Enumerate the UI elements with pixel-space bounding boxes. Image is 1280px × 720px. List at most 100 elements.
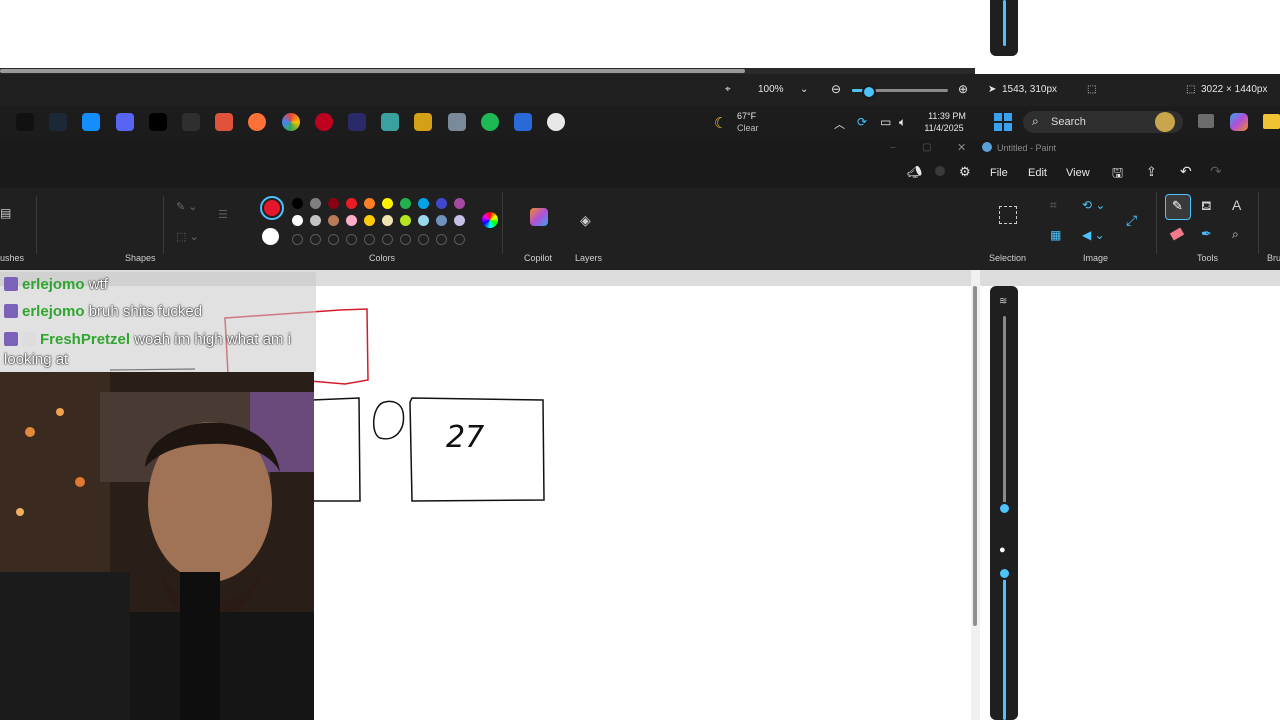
palette-swatch[interactable] <box>364 198 375 209</box>
menu-view[interactable]: View <box>1066 167 1090 179</box>
crop-icon[interactable]: ⌗ <box>1050 198 1057 213</box>
save-icon[interactable]: 🖫 <box>1112 164 1123 186</box>
epic-games-icon[interactable] <box>16 113 34 131</box>
shape-fill-icon[interactable]: ⬚ ⌄ <box>176 230 199 243</box>
zoom-value[interactable]: 100% <box>758 84 784 95</box>
undo-icon[interactable]: ↶ <box>1180 163 1192 180</box>
copilot-icon[interactable] <box>530 208 548 226</box>
palette-swatch[interactable] <box>382 215 393 226</box>
zoom-out-icon[interactable]: ⊖ <box>831 82 841 96</box>
palette-swatch[interactable] <box>364 215 375 226</box>
settings-gear-icon[interactable]: ⚙ <box>959 164 971 180</box>
custom-color-slot[interactable] <box>454 234 465 245</box>
discord-icon[interactable] <box>115 113 134 131</box>
weather-moon-icon[interactable]: ☾ <box>714 114 727 132</box>
text-tool-icon[interactable]: A <box>1232 197 1241 213</box>
shape-outline-icon[interactable]: ✎ ⌄ <box>176 200 198 213</box>
pencil-tool[interactable]: ✎ <box>1165 194 1191 220</box>
zoom-in-icon[interactable]: ⊕ <box>958 82 968 96</box>
custom-color-slot[interactable] <box>364 234 375 245</box>
top-slider-track[interactable] <box>1003 0 1006 46</box>
selection-icon[interactable] <box>999 206 1017 224</box>
palette-swatch[interactable] <box>328 198 339 209</box>
custom-color-slot[interactable] <box>328 234 339 245</box>
ccleaner-icon[interactable] <box>514 113 532 131</box>
announcement-icon[interactable]: 📣︎ <box>907 165 922 179</box>
palette-swatch[interactable] <box>400 215 411 226</box>
palette-swatch[interactable] <box>454 215 465 226</box>
windows-start-icon[interactable] <box>994 113 1012 131</box>
battlenet-icon[interactable] <box>82 113 101 131</box>
redo-icon[interactable]: ↷ <box>1210 163 1222 180</box>
palette-swatch[interactable] <box>292 215 303 226</box>
opera-icon[interactable] <box>314 113 333 131</box>
custom-color-slot[interactable] <box>292 234 303 245</box>
4k-icon[interactable] <box>348 113 366 131</box>
obs-icon[interactable] <box>182 113 200 131</box>
vertical-scroll-thumb[interactable] <box>973 286 977 626</box>
palette-swatch[interactable] <box>400 198 411 209</box>
layers-icon[interactable]: ◈ <box>580 212 591 229</box>
close-icon[interactable]: ✕ <box>957 141 966 154</box>
palette-swatch[interactable] <box>454 198 465 209</box>
weather-desc[interactable]: Clear <box>737 123 759 133</box>
opacity-slider-track[interactable] <box>1003 573 1006 720</box>
chrome-icon[interactable] <box>281 113 300 131</box>
fit-to-window-icon[interactable]: ⌖ <box>725 84 731 95</box>
magnifier-icon[interactable]: ⌕ <box>1232 227 1239 242</box>
maximize-icon[interactable]: ▢ <box>922 142 931 153</box>
shape-size-icon[interactable]: ☰ <box>218 208 228 221</box>
secondary-color[interactable] <box>262 228 279 245</box>
palette-swatch[interactable] <box>418 198 429 209</box>
edit-colors-icon[interactable] <box>482 212 498 228</box>
palette-swatch[interactable] <box>328 215 339 226</box>
weather-temp[interactable]: 67°F <box>737 111 756 121</box>
opacity-slider-knob[interactable] <box>998 567 1011 580</box>
steam-icon[interactable] <box>49 113 68 131</box>
palette-swatch[interactable] <box>382 198 393 209</box>
minimize-icon[interactable]: – <box>890 142 896 153</box>
flip-icon[interactable]: ◀ ⌄ <box>1082 228 1105 242</box>
palette-swatch[interactable] <box>292 198 303 209</box>
menu-edit[interactable]: Edit <box>1028 167 1047 179</box>
file-explorer-icon[interactable] <box>1263 114 1280 129</box>
x-icon[interactable] <box>148 113 167 131</box>
custom-color-slot[interactable] <box>400 234 411 245</box>
account-icon[interactable] <box>935 166 945 176</box>
camera-icon[interactable] <box>447 113 466 131</box>
app-icon[interactable] <box>215 113 234 131</box>
fill-bucket-icon[interactable]: ⛾ <box>1201 198 1212 216</box>
volume-icon[interactable]: 🔈︎ <box>899 115 906 130</box>
primary-color-ring[interactable] <box>260 196 284 220</box>
menu-file[interactable]: File <box>990 167 1008 179</box>
palette-swatch[interactable] <box>436 198 447 209</box>
display-icon[interactable]: ▭ <box>880 115 891 129</box>
share-icon[interactable]: ⇪ <box>1146 164 1157 180</box>
tray-chevron-up-icon[interactable]: ︿ <box>834 116 845 132</box>
zoom-dropdown-chevron-icon[interactable]: ⌄ <box>800 84 808 95</box>
custom-color-slot[interactable] <box>346 234 357 245</box>
sync-icon[interactable]: ⟳ <box>857 115 867 129</box>
eraser-icon[interactable] <box>1169 227 1185 241</box>
task-view-icon[interactable] <box>1198 114 1214 128</box>
size-slider-knob[interactable] <box>998 502 1011 515</box>
brush-icon[interactable]: ▤ <box>0 206 11 226</box>
palette-swatch[interactable] <box>310 198 321 209</box>
custom-color-slot[interactable] <box>310 234 321 245</box>
spotify-icon[interactable] <box>480 113 499 131</box>
background-remove-icon[interactable]: ▦ <box>1050 228 1061 242</box>
size-slider-track[interactable] <box>1003 316 1006 506</box>
palette-swatch[interactable] <box>310 215 321 226</box>
paint-palette-icon[interactable] <box>381 113 400 131</box>
palette-swatch[interactable] <box>418 215 429 226</box>
custom-color-slot[interactable] <box>436 234 447 245</box>
rotate-icon[interactable]: ⟲ ⌄ <box>1082 198 1105 212</box>
primary-color[interactable] <box>264 200 280 216</box>
resize-icon[interactable]: ⤢ <box>1126 212 1137 229</box>
palette-swatch[interactable] <box>346 198 357 209</box>
color-picker-icon[interactable]: ✒ <box>1201 226 1212 242</box>
photos-icon[interactable] <box>414 113 433 131</box>
taskbar-search-box[interactable]: ⌕ Search <box>1023 111 1183 133</box>
clock-date[interactable]: 11/4/2025 <box>918 123 970 133</box>
zoom-slider-knob[interactable] <box>862 85 876 99</box>
